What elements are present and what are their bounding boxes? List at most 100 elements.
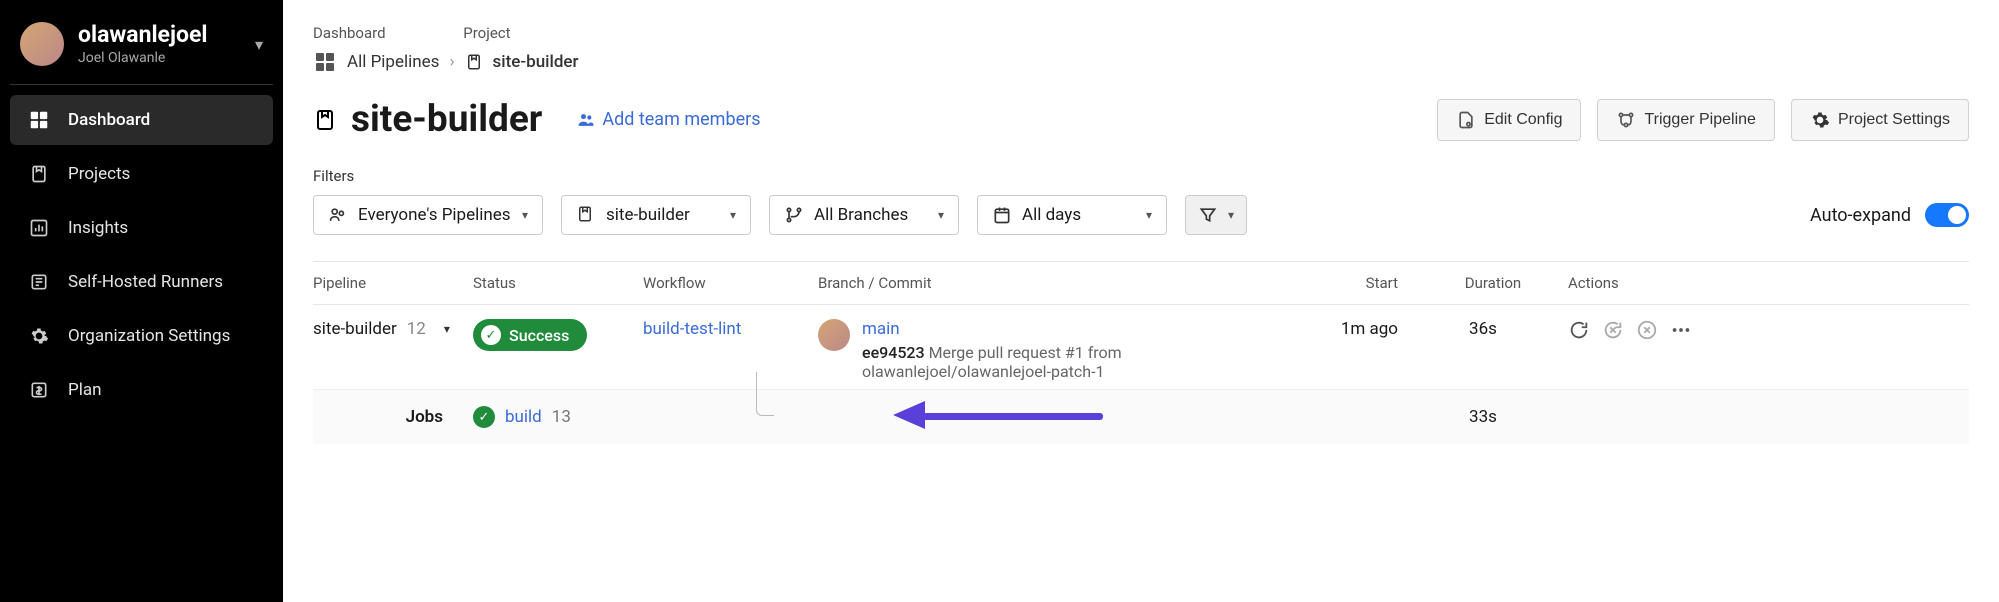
branch-link[interactable]: main [862, 319, 900, 339]
sidebar-item-label: Dashboard [68, 110, 150, 130]
sidebar: olawanlejoel Joel Olawanle ▾ Dashboard P… [0, 0, 283, 602]
filter-branches[interactable]: All Branches ▾ [769, 195, 959, 235]
caret-down-icon: ▾ [522, 208, 528, 222]
caret-down-icon: ▾ [1146, 208, 1152, 222]
chart-icon [28, 217, 50, 239]
sidebar-item-label: Insights [68, 218, 128, 238]
job-cell[interactable]: ✓ build 13 [473, 406, 643, 428]
people-icon [576, 110, 596, 130]
gear-icon [1810, 110, 1830, 130]
chevron-right-icon: › [449, 52, 454, 72]
sidebar-item-label: Plan [68, 380, 102, 400]
project-settings-button[interactable]: Project Settings [1791, 99, 1969, 141]
trigger-pipeline-button[interactable]: Trigger Pipeline [1597, 99, 1774, 141]
caret-down-icon: ▾ [730, 208, 736, 222]
auto-expand-toggle[interactable] [1925, 203, 1969, 227]
bookmark-icon [465, 53, 483, 71]
jobs-label: Jobs [313, 407, 473, 427]
col-duration: Duration [1418, 274, 1568, 292]
page-header: site-builder Add team members Edit Confi… [313, 98, 1969, 141]
user-handle: olawanlejoel [78, 22, 247, 47]
col-branch: Branch / Commit [818, 274, 1218, 292]
main-content: Dashboard Project All Pipelines › site-b… [283, 0, 1999, 602]
sidebar-item-insights[interactable]: Insights [10, 203, 273, 253]
add-team-members-link[interactable]: Add team members [576, 109, 760, 130]
pipeline-name-cell[interactable]: site-builder 12 ▾ [313, 319, 473, 339]
jobs-row: Jobs ✓ build 13 33s [313, 390, 1969, 444]
actions-cell [1568, 319, 1718, 339]
grid-icon [28, 109, 50, 131]
crumb-all-pipelines[interactable]: All Pipelines [347, 52, 439, 72]
filters-row: Everyone's Pipelines ▾ site-builder ▾ Al… [313, 195, 1969, 235]
pipelines-icon [313, 50, 337, 74]
filter-advanced[interactable]: ▾ [1185, 195, 1247, 235]
breadcrumb: All Pipelines › site-builder [313, 50, 1969, 74]
table-header: Pipeline Status Workflow Branch / Commit… [313, 261, 1969, 305]
col-status: Status [473, 274, 643, 292]
branch-commit-cell: main ee94523 Merge pull request #1 from … [818, 319, 1218, 381]
more-icon[interactable] [1670, 319, 1690, 339]
filters-label: Filters [313, 167, 1969, 185]
sidebar-item-runners[interactable]: Self-Hosted Runners [10, 257, 273, 307]
pipeline-icon [1616, 110, 1636, 130]
file-gear-icon [1456, 110, 1476, 130]
sidebar-item-plan[interactable]: Plan [10, 365, 273, 415]
bookmark-icon [28, 163, 50, 185]
start-time: 1m ago [1218, 319, 1418, 339]
breadcrumb-labels: Dashboard Project [313, 24, 1969, 42]
avatar [818, 319, 850, 351]
status-badge[interactable]: ✓ Success [473, 319, 587, 351]
people-icon [328, 205, 348, 225]
sidebar-item-label: Self-Hosted Runners [68, 272, 223, 292]
bookmark-icon [576, 205, 596, 225]
add-members-label: Add team members [602, 109, 760, 130]
rerun-failed-icon[interactable] [1602, 319, 1622, 339]
org-switcher[interactable]: olawanlejoel Joel Olawanle ▾ [10, 18, 273, 85]
caret-down-icon: ▾ [1228, 208, 1234, 222]
rerun-icon[interactable] [1568, 319, 1588, 339]
tree-connector [756, 372, 774, 416]
avatar [20, 22, 64, 66]
caret-down-icon: ▾ [938, 208, 944, 222]
server-icon [28, 271, 50, 293]
calendar-icon [992, 205, 1012, 225]
branch-icon [784, 205, 804, 225]
filter-days[interactable]: All days ▾ [977, 195, 1167, 235]
job-number: 13 [552, 407, 571, 427]
auto-expand-label: Auto-expand [1810, 205, 1911, 226]
commit-hash[interactable]: ee94523 [862, 343, 925, 362]
funnel-icon [1198, 205, 1218, 225]
crumb-project-name[interactable]: site-builder [493, 52, 579, 72]
col-start: Start [1218, 274, 1418, 292]
dollar-icon [28, 379, 50, 401]
workflow-link[interactable]: build-test-lint [643, 319, 741, 339]
edit-config-button[interactable]: Edit Config [1437, 99, 1581, 141]
col-actions: Actions [1568, 274, 1718, 292]
crumb-dashboard-label: Dashboard [313, 24, 386, 42]
job-duration: 33s [1418, 407, 1568, 427]
filter-project[interactable]: site-builder ▾ [561, 195, 751, 235]
duration: 36s [1418, 319, 1568, 339]
col-workflow: Workflow [643, 274, 818, 292]
job-link[interactable]: build [505, 407, 542, 427]
page-title: site-builder [351, 98, 542, 141]
auto-expand-control: Auto-expand [1810, 203, 1969, 227]
bookmark-icon [313, 106, 337, 134]
check-icon: ✓ [481, 325, 501, 345]
user-fullname: Joel Olawanle [78, 50, 247, 66]
sidebar-item-dashboard[interactable]: Dashboard [10, 95, 273, 145]
check-circle-icon: ✓ [473, 406, 495, 428]
pipeline-row: site-builder 12 ▾ ✓ Success build-test-l… [313, 305, 1969, 390]
sidebar-item-org-settings[interactable]: Organization Settings [10, 311, 273, 361]
gear-icon [28, 325, 50, 347]
crumb-project-label: Project [463, 24, 510, 42]
chevron-down-icon: ▾ [255, 35, 263, 54]
cancel-icon[interactable] [1636, 319, 1656, 339]
sidebar-item-label: Organization Settings [68, 326, 230, 346]
sidebar-item-projects[interactable]: Projects [10, 149, 273, 199]
col-pipeline: Pipeline [313, 274, 473, 292]
filter-pipelines[interactable]: Everyone's Pipelines ▾ [313, 195, 543, 235]
caret-down-icon: ▾ [444, 322, 450, 336]
annotation-arrow [893, 404, 1103, 424]
sidebar-item-label: Projects [68, 164, 130, 184]
